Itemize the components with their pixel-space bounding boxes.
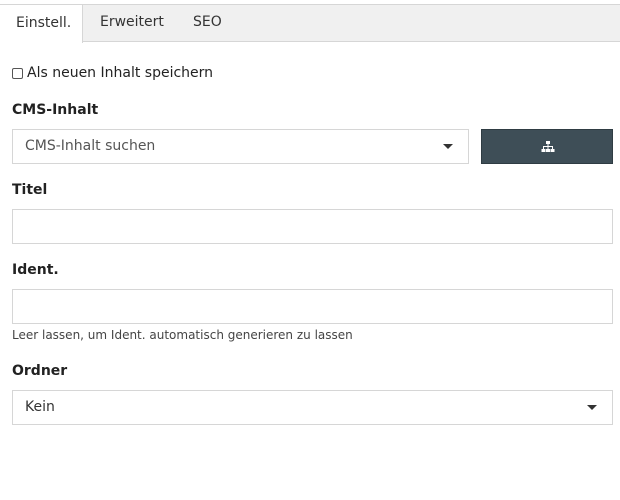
- ident-input[interactable]: [12, 289, 613, 324]
- cms-content-select[interactable]: CMS-Inhalt suchen: [12, 129, 469, 164]
- folder-label: Ordner: [12, 363, 68, 379]
- content-tree-button[interactable]: [481, 129, 613, 164]
- tab-bar: Einstell. Erweitert SEO: [0, 4, 620, 43]
- sitemap-icon: [541, 141, 555, 152]
- cms-content-placeholder: CMS-Inhalt suchen: [25, 138, 156, 154]
- tab-seo[interactable]: SEO: [193, 4, 222, 42]
- folder-select[interactable]: Kein: [12, 390, 613, 425]
- save-as-new-label[interactable]: Als neuen Inhalt speichern: [27, 65, 213, 81]
- save-as-new-checkbox[interactable]: [12, 68, 23, 79]
- chevron-down-icon: [443, 144, 453, 149]
- ident-label: Ident.: [12, 262, 59, 278]
- title-input[interactable]: [12, 209, 613, 244]
- title-label: Titel: [12, 182, 48, 198]
- ident-help-text: Leer lassen, um Ident. automatisch gener…: [12, 328, 353, 342]
- chevron-down-icon: [587, 405, 597, 410]
- cms-content-label: CMS-Inhalt: [12, 102, 99, 118]
- folder-value: Kein: [25, 399, 55, 415]
- save-as-new-row[interactable]: Als neuen Inhalt speichern: [12, 64, 213, 82]
- tab-advanced[interactable]: Erweitert: [100, 4, 164, 42]
- tab-settings[interactable]: Einstell.: [0, 4, 83, 43]
